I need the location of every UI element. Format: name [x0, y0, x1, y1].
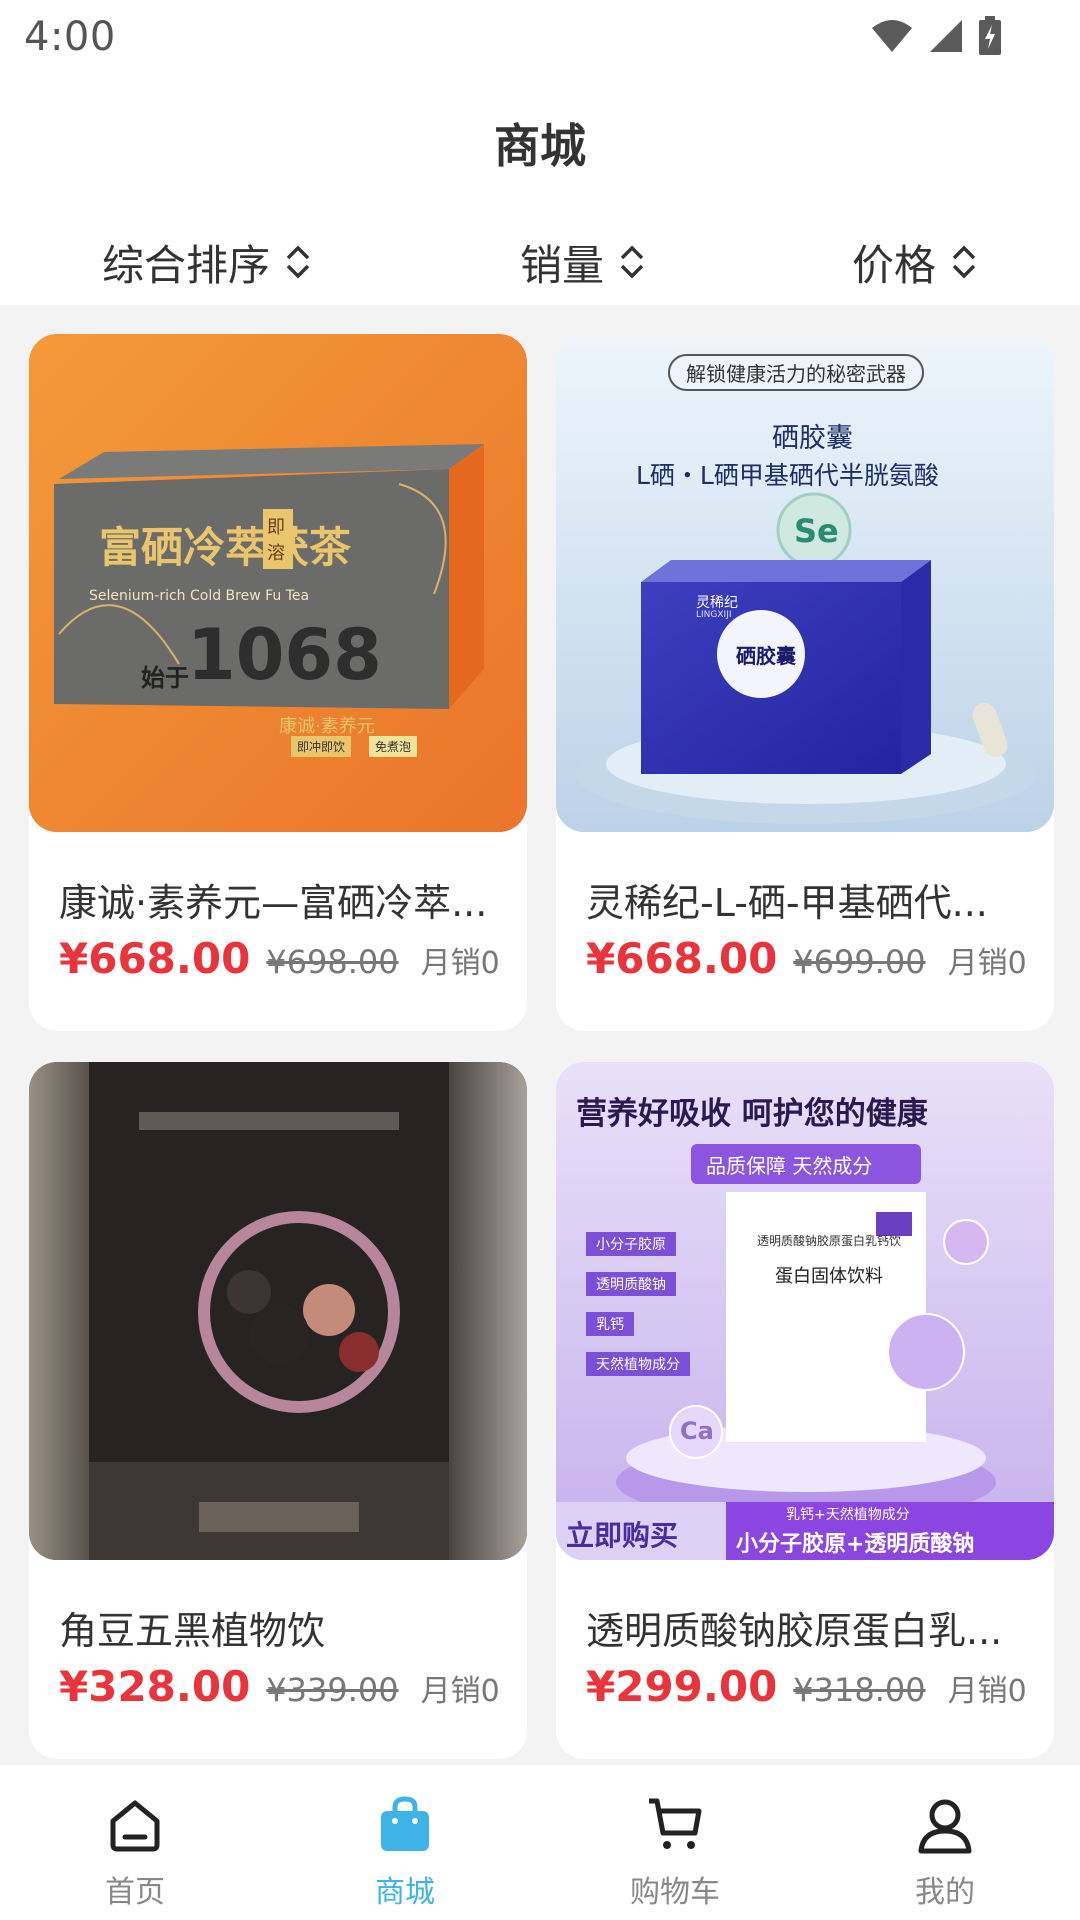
original-price: ¥699.00 — [793, 943, 926, 981]
product-image[interactable]: 解锁健康活力的秘密武器 硒胶囊 L硒・L硒甲基硒代半胱氨酸 Se 灵稀纪 LIN… — [556, 334, 1054, 832]
monthly-sales: 月销0 — [420, 1674, 500, 1709]
home-icon — [110, 1800, 160, 1852]
product-name[interactable]: 角豆五黑植物饮 — [59, 1600, 499, 1655]
sort-bar: 综合排序 销量 价格 — [0, 222, 1080, 302]
product-price: ¥328.00 — [59, 1662, 251, 1711]
monthly-sales: 月销0 — [420, 946, 500, 981]
original-price: ¥318.00 — [793, 1671, 926, 1709]
headline: 硒胶囊 — [772, 423, 853, 454]
wifi-icon — [872, 20, 912, 52]
banner-text: 解锁健康活力的秘密武器 — [668, 354, 924, 391]
ribbon: 品质保障 天然成分 — [706, 1154, 873, 1178]
footer-small: 乳钙+天然植物成分 — [786, 1507, 910, 1523]
box-badge: 即溶 — [263, 509, 293, 569]
ingredient-tag: 透明质酸钠 — [586, 1272, 676, 1296]
box-title: 富硒冷萃茯茶 — [99, 523, 352, 572]
buy-now-text: 立即购买 — [566, 1519, 679, 1552]
element-symbol: Ca — [680, 1417, 714, 1445]
box-number: 1068 — [187, 614, 382, 696]
shopping-bag-icon — [381, 1796, 429, 1851]
status-bar: 4:00 — [0, 0, 1080, 72]
product-card[interactable]: 解锁健康活力的秘密武器 硒胶囊 L硒・L硒甲基硒代半胱氨酸 Se 灵稀纪 LIN… — [556, 334, 1054, 1031]
user-icon — [918, 1799, 972, 1854]
product-card[interactable]: 角豆五黑植物饮 ¥328.00 ¥339.00 月销0 — [29, 1062, 527, 1759]
nav-label: 首页 — [105, 1875, 165, 1910]
cart-icon — [649, 1798, 702, 1849]
product-price: ¥668.00 — [586, 934, 778, 983]
bottom-nav: 首页 商城 购物车 我的 — [0, 1765, 1080, 1920]
sort-label: 综合排序 — [102, 240, 271, 290]
monthly-sales: 月销0 — [947, 1674, 1027, 1709]
price-row: ¥668.00 ¥699.00 月销0 — [586, 934, 1046, 983]
original-price: ¥339.00 — [266, 1671, 399, 1709]
tea-box-graphic — [29, 334, 527, 832]
product-name[interactable]: 透明质酸钠胶原蛋白乳... — [586, 1600, 1026, 1655]
sort-comprehensive[interactable]: 综合排序 — [102, 222, 312, 302]
product-image[interactable] — [29, 1062, 527, 1560]
sort-updown-icon — [620, 245, 644, 279]
original-price: ¥698.00 — [266, 943, 399, 981]
status-time: 4:00 — [24, 14, 116, 60]
box-title: 硒胶囊 — [736, 644, 796, 668]
product-card[interactable]: 富硒冷萃茯茶 即溶 Selenium-rich Cold Brew Fu Tea… — [29, 334, 527, 1031]
headline: L硒・L硒甲基硒代半胱氨酸 — [636, 461, 939, 490]
signal-icon — [930, 20, 962, 52]
ingredient-tag: 天然植物成分 — [586, 1352, 690, 1376]
headline: 营养好吸收 呵护您的健康 — [576, 1096, 928, 1132]
box-brand: 康诚·素养元 — [279, 716, 375, 737]
product-name[interactable]: 灵稀纪-L-硒-甲基硒代... — [586, 872, 1026, 927]
battery-charging-icon — [979, 16, 1001, 55]
sort-updown-icon — [286, 245, 310, 279]
nav-label: 购物车 — [630, 1875, 720, 1910]
box-tag: 免煮泡 — [369, 736, 418, 757]
collagen-drink-graphic — [556, 1062, 1054, 1560]
box-brand-en: LINGXIJI — [696, 610, 732, 620]
product-card[interactable]: 营养好吸收 呵护您的健康 品质保障 天然成分 小分子胶原 透明质酸钠 乳钙 天然… — [556, 1062, 1054, 1759]
price-row: ¥299.00 ¥318.00 月销0 — [586, 1662, 1046, 1711]
box-prefix: 始于 — [141, 664, 189, 692]
black-drink-graphic — [29, 1062, 527, 1560]
monthly-sales: 月销0 — [947, 946, 1027, 981]
status-icons — [870, 16, 1002, 56]
product-grid: 富硒冷萃茯茶 即溶 Selenium-rich Cold Brew Fu Tea… — [0, 305, 1080, 1765]
sort-label: 销量 — [520, 240, 605, 290]
element-symbol: Se — [794, 512, 839, 550]
box-subtitle: 蛋白固体饮料 — [775, 1266, 883, 1287]
footer-big: 小分子胶原+透明质酸钠 — [736, 1532, 975, 1557]
box-english: Selenium-rich Cold Brew Fu Tea — [89, 588, 310, 604]
price-row: ¥668.00 ¥698.00 月销0 — [59, 934, 519, 983]
sort-label: 价格 — [852, 240, 937, 290]
sort-price[interactable]: 价格 — [852, 222, 978, 302]
ingredient-tag: 小分子胶原 — [586, 1232, 676, 1256]
box-title: 透明质酸钠胶原蛋白乳钙饮 — [756, 1234, 901, 1248]
nav-mine[interactable]: 我的 — [810, 1765, 1080, 1920]
nav-mall[interactable]: 商城 — [270, 1765, 540, 1920]
nav-home[interactable]: 首页 — [0, 1765, 270, 1920]
nav-label: 商城 — [375, 1875, 435, 1910]
product-price: ¥668.00 — [59, 934, 251, 983]
box-tag: 即冲即饮 — [291, 736, 352, 757]
product-image[interactable]: 富硒冷萃茯茶 即溶 Selenium-rich Cold Brew Fu Tea… — [29, 334, 527, 832]
product-name[interactable]: 康诚·素养元—富硒冷萃... — [59, 872, 499, 927]
product-price: ¥299.00 — [586, 1662, 778, 1711]
nav-label: 我的 — [915, 1875, 975, 1910]
page-title: 商城 — [494, 119, 586, 173]
selenium-box-graphic — [556, 334, 1054, 832]
product-image[interactable]: 营养好吸收 呵护您的健康 品质保障 天然成分 小分子胶原 透明质酸钠 乳钙 天然… — [556, 1062, 1054, 1560]
box-brand: 灵稀纪 — [696, 595, 738, 611]
sort-sales[interactable]: 销量 — [520, 222, 646, 302]
nav-cart[interactable]: 购物车 — [540, 1765, 810, 1920]
price-row: ¥328.00 ¥339.00 月销0 — [59, 1662, 519, 1711]
ingredient-tag: 乳钙 — [586, 1312, 634, 1336]
sort-updown-icon — [952, 245, 976, 279]
